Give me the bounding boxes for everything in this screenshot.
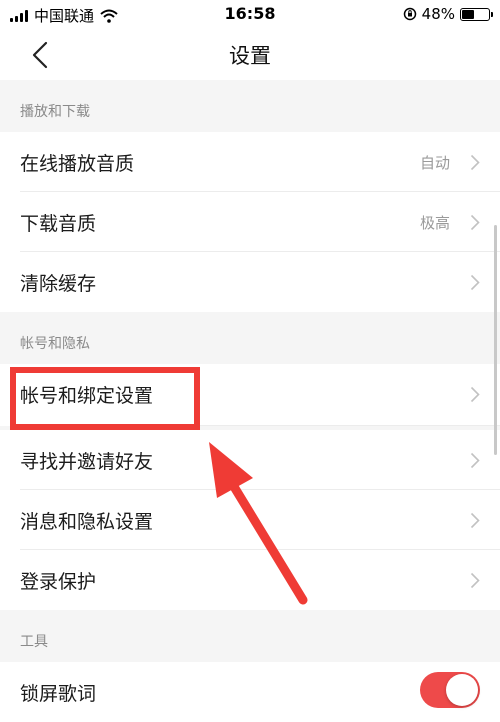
row-online-quality[interactable]: 在线播放音质 自动 [0,132,500,192]
row-label: 消息和隐私设置 [20,511,154,533]
section-header-label: 播放和下载 [20,104,90,120]
battery-fill [462,9,474,19]
row-lockscreen-lyrics[interactable]: 锁屏歌词 [0,662,500,722]
section-header-label: 工具 [20,634,48,650]
section-header-label: 帐号和隐私 [20,336,90,352]
row-account-binding[interactable]: 帐号和绑定设置 [0,364,500,426]
scrollbar[interactable] [494,225,497,455]
orientation-lock-icon [403,7,416,21]
battery-icon [460,7,493,21]
row-value: 自动 [419,154,450,172]
status-bar: 中国联通 16:58 48% [0,0,500,28]
row-invite-friends[interactable]: 寻找并邀请好友 [0,430,500,490]
chevron-right-icon [470,512,480,529]
status-right: 48% [403,5,493,23]
chevron-right-icon [470,154,480,171]
chevron-right-icon [470,386,480,403]
row-clear-cache[interactable]: 清除缓存 [0,252,500,312]
row-download-quality[interactable]: 下载音质 极高 [0,192,500,252]
row-value: 极高 [419,214,450,232]
row-message-privacy[interactable]: 消息和隐私设置 [0,490,500,550]
row-label: 寻找并邀请好友 [20,451,154,473]
row-label: 锁屏歌词 [20,683,97,705]
row-label: 帐号和绑定设置 [20,385,154,407]
row-label: 清除缓存 [20,273,97,295]
row-login-protection[interactable]: 登录保护 [0,550,500,610]
section-header-playback: 播放和下载 [0,80,500,132]
row-label: 下载音质 [20,213,97,235]
row-label: 在线播放音质 [20,153,135,175]
chevron-right-icon [470,572,480,589]
chevron-right-icon [470,274,480,291]
section-header-account: 帐号和隐私 [0,312,500,364]
row-label: 登录保护 [20,571,97,593]
section-header-tools: 工具 [0,610,500,662]
battery-percent: 48% [421,5,455,23]
toggle-knob [446,674,478,706]
page-title: 设置 [229,44,271,68]
chevron-right-icon [470,214,480,231]
chevron-right-icon [470,452,480,469]
lockscreen-lyrics-toggle[interactable] [420,672,480,708]
nav-bar: 设置 [0,28,500,80]
